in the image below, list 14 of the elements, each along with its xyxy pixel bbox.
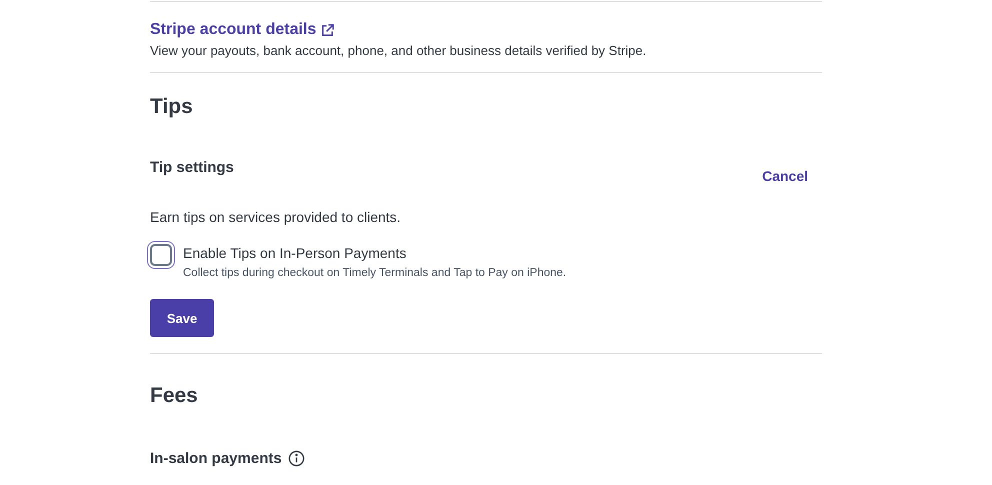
checkbox-label: Enable Tips on In-Person Payments — [183, 245, 408, 261]
checkbox-hint: Collect tips during checkout on Timely Terminals and Tap to Pay on iPhone. — [183, 267, 566, 279]
section-heading: Tips — [150, 95, 194, 119]
external-link-icon — [320, 22, 336, 38]
fees-subheading: In-salon payments — [150, 450, 282, 467]
cancel-button[interactable]: Cancel — [762, 168, 808, 184]
save-button[interactable]: Save — [150, 299, 214, 337]
tips-checkbox[interactable] — [150, 244, 172, 266]
tips-description: Earn tips on services provided to clients. — [150, 209, 402, 225]
account-description: View your payouts, bank account, phone, and other business details verified by Stripe. — [150, 43, 648, 58]
stripe-account-link[interactable]: Stripe account details — [150, 21, 336, 39]
tip-settings-title: Tip settings — [150, 159, 234, 176]
section-heading: Fees — [150, 384, 199, 408]
info-icon — [288, 450, 305, 467]
